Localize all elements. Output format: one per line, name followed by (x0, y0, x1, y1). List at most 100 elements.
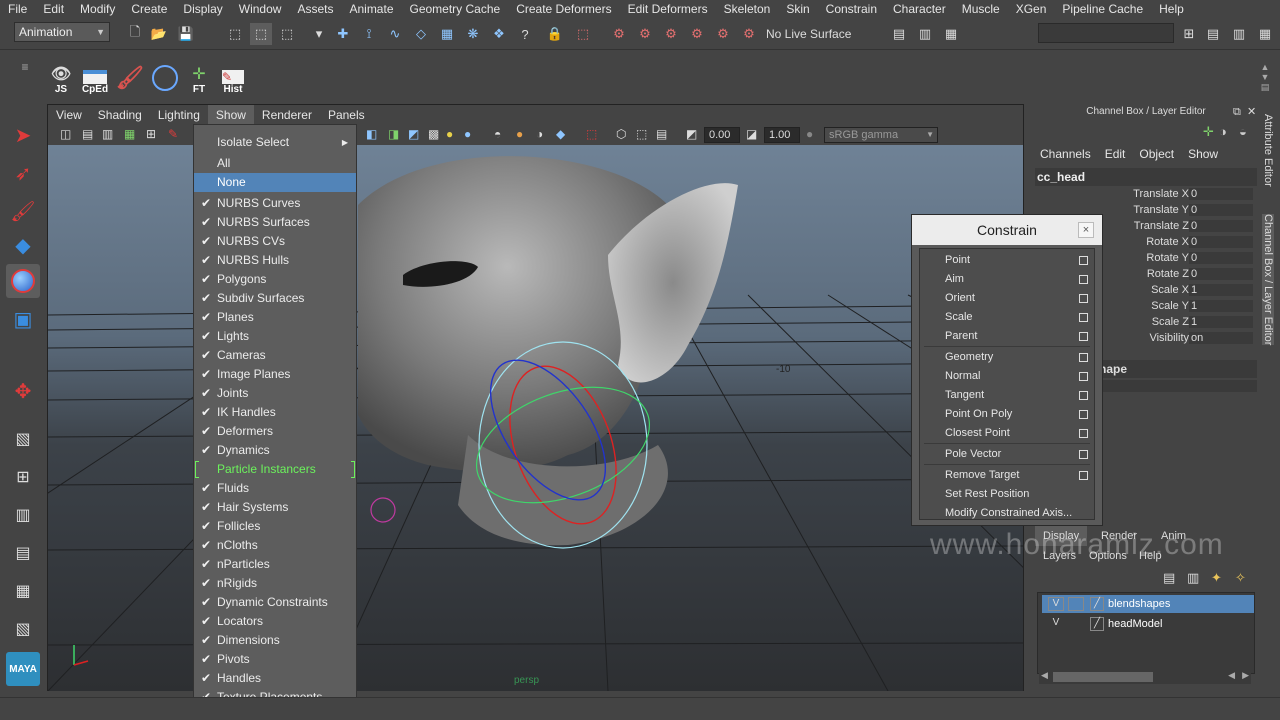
channel-value[interactable]: 0 (1189, 268, 1253, 280)
constrain-menu-item[interactable]: Parent (920, 327, 1094, 346)
outliner-persp-layout-icon[interactable]: ▥ (6, 498, 40, 532)
speed-icon[interactable]: ◑ (1219, 124, 1227, 139)
anti-aliasing-icon[interactable]: ◑ (536, 127, 543, 141)
menu-create[interactable]: Create (123, 2, 175, 16)
exposure-icon[interactable]: ◩ (686, 127, 697, 141)
depth-of-field-icon[interactable]: ◆ (556, 127, 565, 141)
scroll-left-icon[interactable]: ◀ (1041, 670, 1048, 681)
camera-attributes-icon[interactable]: ◫ (60, 127, 71, 141)
layer-visibility[interactable]: V (1048, 597, 1064, 611)
menu-assets[interactable]: Assets (289, 2, 341, 16)
constrain-menu-item[interactable]: Pole Vector (920, 445, 1094, 464)
wireframe-icon[interactable]: ◧ (366, 127, 377, 141)
viewport-menu-lighting[interactable]: Lighting (150, 105, 208, 125)
layer-row[interactable]: V ╱ blendshapes (1042, 595, 1254, 613)
channel-value[interactable]: 0 (1189, 236, 1253, 248)
menu-modify[interactable]: Modify (72, 2, 123, 16)
snap-together-icon[interactable]: ❖ (488, 23, 510, 45)
snap-grid-icon[interactable]: ✚ (332, 23, 354, 45)
show-hide-channel-box-icon[interactable]: ▦ (940, 23, 962, 45)
constrain-menu-item[interactable]: Remove Target (920, 466, 1094, 485)
rotate-tool-icon[interactable] (6, 264, 40, 298)
hyper-icon[interactable]: ◒ (1239, 124, 1247, 139)
show-menu-item[interactable]: ✔ NURBS Surfaces (194, 213, 356, 232)
resolution-gate-icon[interactable]: ▦ (124, 127, 135, 141)
color-swatch-icon[interactable]: ╱ (1090, 597, 1104, 611)
gamma-field[interactable]: 1.00 (764, 127, 800, 143)
use-all-lights-icon[interactable]: ● (446, 127, 453, 141)
select-component-icon[interactable]: ⬚ (276, 23, 298, 45)
close-button[interactable]: × (1078, 222, 1094, 238)
shelf-paint-button[interactable]: 🖌 (113, 61, 147, 95)
new-layer-icon[interactable]: ✦ (1211, 570, 1222, 586)
constrain-menu-item[interactable]: Normal (920, 367, 1094, 386)
show-menu-item[interactable]: ✔ Pivots (194, 650, 356, 669)
menu-set-dropdown[interactable]: Animation ▼ (14, 22, 110, 42)
snap-point-icon[interactable]: ∿ (384, 23, 406, 45)
select-tool-icon[interactable]: ➤ (6, 118, 40, 152)
shelf-js-button[interactable]: 👁 JS (44, 61, 78, 95)
motion-blur-icon[interactable]: ● (516, 127, 523, 141)
isolate-select-icon[interactable]: ⬚ (586, 127, 597, 141)
viewport-menu-view[interactable]: View (48, 105, 90, 125)
shelf-menu-icon[interactable]: ≡ (14, 60, 36, 92)
show-menu-item[interactable]: ✔ Lights (194, 327, 356, 346)
channel-value[interactable]: 1 (1189, 316, 1253, 328)
menu-muscle[interactable]: Muscle (954, 2, 1008, 16)
menu-display[interactable]: Display (175, 2, 230, 16)
viewport-menu-renderer[interactable]: Renderer (254, 105, 320, 125)
constrain-menu-item[interactable]: Point On Poly (920, 405, 1094, 424)
menu-constrain[interactable]: Constrain (818, 2, 885, 16)
channel-menu-channels[interactable]: Channels (1033, 147, 1098, 161)
constrain-menu-item[interactable]: Scale (920, 308, 1094, 327)
snap-live-icon[interactable]: ❋ (462, 23, 484, 45)
snap-surface-icon[interactable]: ▦ (436, 23, 458, 45)
menu-edit-deformers[interactable]: Edit Deformers (620, 2, 716, 16)
channel-value[interactable]: 0 (1189, 204, 1253, 216)
viewport-menu-show[interactable]: Show (207, 105, 254, 125)
image-plane-icon[interactable]: ▥ (102, 127, 113, 141)
show-menu-item[interactable]: ✔ Polygons (194, 270, 356, 289)
channel-value[interactable]: 0 (1189, 220, 1253, 232)
channel-value[interactable]: 0 (1189, 188, 1253, 200)
constrain-menu-item[interactable]: Orient (920, 289, 1094, 308)
select-object-icon[interactable]: ⬚ (250, 23, 272, 45)
layer-scrollbar[interactable]: ◀ ◀ ▶ (1039, 670, 1251, 684)
single-perspective-layout-icon[interactable]: ▧ (6, 422, 40, 456)
lasso-tool-icon[interactable]: ➶ (6, 156, 40, 190)
option-box-icon[interactable] (1079, 275, 1088, 284)
show-hide-tool-settings-icon[interactable]: ▥ (914, 23, 936, 45)
view-transform-dropdown[interactable]: sRGB gamma ▼ (824, 127, 938, 143)
xray-icon[interactable]: ⬡ (616, 127, 626, 141)
float-panel-icon[interactable]: ⧉ (1233, 106, 1241, 119)
scroll-right-left-icon[interactable]: ◀ (1228, 670, 1235, 681)
filter-dropdown-icon[interactable]: ▾ (308, 23, 330, 45)
bookmark-icon[interactable]: ▤ (82, 127, 93, 141)
show-menu-item[interactable]: ✔ Hair Systems (194, 498, 356, 517)
show-menu-item[interactable]: ✔ nRigids (194, 574, 356, 593)
option-box-icon[interactable] (1079, 410, 1088, 419)
select-hierarchy-icon[interactable]: ⬚ (224, 23, 246, 45)
channel-value[interactable]: on (1189, 332, 1253, 344)
show-menu-item[interactable]: ✔ Dimensions (194, 631, 356, 650)
live-surface-label[interactable]: No Live Surface (766, 27, 851, 41)
show-menu-item[interactable]: ✔ Image Planes (194, 365, 356, 384)
show-menu-item[interactable]: ✔ Dynamic Constraints (194, 593, 356, 612)
show-hide-attribute-editor-icon[interactable]: ▤ (888, 23, 910, 45)
snap-view-plane-icon[interactable]: ◇ (410, 23, 432, 45)
show-menu-item[interactable]: ✔ Cameras (194, 346, 356, 365)
show-menu-item[interactable]: ✔ nParticles (194, 555, 356, 574)
save-scene-icon[interactable]: 💾 (175, 23, 197, 45)
show-menu-item[interactable]: None (194, 173, 356, 192)
layout-icon[interactable]: ⊞ (1178, 23, 1200, 45)
menu-help[interactable]: Help (1151, 2, 1192, 16)
move-layer-down-icon[interactable]: ▥ (1187, 570, 1199, 586)
scroll-thumb[interactable] (1053, 672, 1153, 682)
scale-tool-icon[interactable]: ▣ (6, 302, 40, 336)
lock-icon[interactable]: 🔒 (544, 23, 566, 45)
channel-row[interactable]: Translate X0 (1033, 188, 1253, 204)
constrain-menu-item[interactable]: Set Rest Position (920, 485, 1094, 504)
color-management-icon[interactable]: ● (806, 127, 813, 141)
hypershade-icon[interactable]: ⚙ (738, 23, 760, 45)
show-menu-item[interactable]: ✔ Joints (194, 384, 356, 403)
